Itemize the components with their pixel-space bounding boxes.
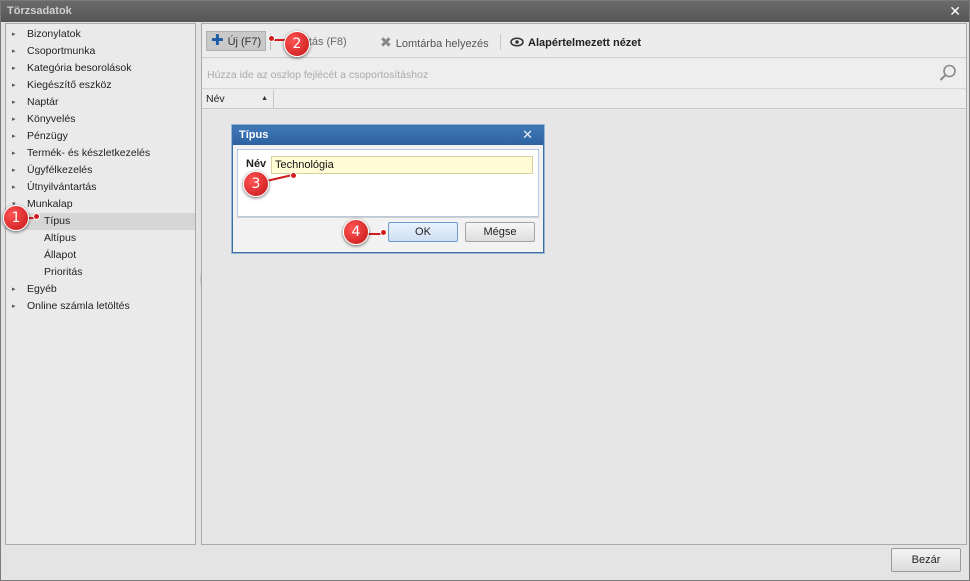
group-by-hint: Húzza ide az oszlop fejlécét a csoportos… [207, 69, 429, 81]
tree-panel: ▸ Bizonylatok ▸ Csoportmunka ▸ Kategória be… [5, 23, 196, 545]
tree-item-label: Kiegészítő eszköz [27, 79, 112, 91]
tree-item-label: Ügyfélkezelés [27, 164, 93, 176]
dialog-title: Típus [239, 129, 269, 141]
ok-button[interactable]: OK [388, 222, 458, 242]
tree-item-naptar[interactable]: ▸ Naptár [6, 94, 195, 111]
expand-arrow-icon[interactable]: ▸ [12, 281, 16, 298]
close-button[interactable]: Bezár [891, 548, 961, 572]
tree-item-penzugy[interactable]: ▸ Pénzügy [6, 128, 195, 145]
tree-item-munkalap[interactable]: ▾Munkalap [6, 196, 195, 213]
sort-ascending-icon: ▲ [261, 95, 268, 102]
tree-item-label: Útnyilvántartás [27, 181, 97, 193]
dialog-body: Név [237, 149, 539, 217]
dialog-titlebar: Típus ✕ [233, 126, 543, 145]
new-button-label: Új (F7) [227, 36, 262, 48]
expand-arrow-icon[interactable]: ▸ [12, 94, 16, 111]
expand-arrow-icon[interactable]: ▸ [12, 179, 16, 196]
grid-header: Név ▲ [202, 90, 966, 109]
step-marker-1: 1 [3, 205, 29, 231]
window: Törzsadatok ✕ ▸ Bizonylatok ▸ Csoportmunka… [0, 0, 970, 581]
marker-dot [33, 213, 40, 220]
name-field[interactable] [271, 156, 533, 174]
tree-item-kiegeszito[interactable]: ▸ Kiegészítő eszköz [6, 77, 195, 94]
tree-item-label: Kategória besorolások [27, 62, 132, 74]
tree-item-label: Egyéb [27, 283, 57, 295]
expand-arrow-icon[interactable]: ▸ [12, 60, 16, 77]
tree-item-prioritas[interactable]: Prioritás [6, 264, 195, 281]
expand-arrow-icon[interactable]: ▸ [12, 77, 16, 94]
tree-item-bizonylatok[interactable]: ▸ Bizonylatok [6, 26, 195, 43]
tree-item-label: Bizonylatok [27, 28, 81, 40]
expand-arrow-icon[interactable]: ▸ [12, 43, 16, 60]
tree-item-label: Prioritás [44, 266, 83, 278]
tree-item-utnyilvantartas[interactable]: ▸ Útnyilvántartás [6, 179, 195, 196]
tipus-dialog: Típus ✕ Név OK Mégse [232, 125, 544, 253]
expand-arrow-icon[interactable]: ▸ [12, 111, 16, 128]
step-marker-4: 4 [343, 219, 369, 245]
cancel-button[interactable]: Mégse [465, 222, 535, 242]
tree-item-csoportmunka[interactable]: ▸ Csoportmunka [6, 43, 195, 60]
delete-x-icon: ✖ [380, 34, 392, 50]
column-header-label: Név [206, 93, 225, 105]
marker-dot [290, 172, 297, 179]
default-view-button[interactable]: Alapértelmezett nézet [510, 32, 641, 52]
plus-icon: ✚ [211, 32, 224, 49]
trash-button-label: Lomtárba helyezés [395, 38, 489, 50]
step-marker-2: 2 [284, 31, 310, 57]
expand-arrow-icon[interactable]: ▸ [12, 298, 16, 315]
tree-item-label: Naptár [27, 96, 59, 108]
search-icon[interactable] [938, 63, 958, 83]
tree-item-egyeb[interactable]: ▸ Egyéb [6, 281, 195, 298]
tree-item-allapot[interactable]: Állapot [6, 247, 195, 264]
window-close-icon[interactable]: ✕ [949, 3, 961, 19]
new-button[interactable]: ✚ Új (F7) [206, 31, 267, 51]
eye-icon [510, 32, 524, 52]
tree-item-online-szamla[interactable]: ▸ Online számla letöltés [6, 298, 195, 315]
marker-dot [268, 35, 275, 42]
toolbar-divider [500, 34, 501, 50]
dialog-divider [237, 217, 539, 218]
marker-dot [380, 229, 387, 236]
tree-item-termek[interactable]: ▸ Termék- és készletkezelés [6, 145, 195, 162]
expand-arrow-icon[interactable]: ▸ [12, 145, 16, 162]
default-view-label: Alapértelmezett nézet [528, 37, 642, 49]
footer-bar [1, 547, 969, 580]
tree-item-label: Altípus [44, 232, 77, 244]
step-marker-3: 3 [243, 171, 269, 197]
tree-item-kategoria[interactable]: ▸ Kategória besorolások [6, 60, 195, 77]
splitter-handle[interactable]: ⋮⋮ [197, 274, 205, 288]
dialog-close-icon[interactable]: ✕ [522, 128, 533, 142]
toolbar: ✚ Új (F7) dosítás (F8) ✖ Lomtárba helyezés… [202, 24, 966, 58]
tree-item-label: Állapot [44, 249, 77, 261]
tree-item-altipus[interactable]: Altípus [6, 230, 195, 247]
tree-item-label: Típus [44, 215, 71, 227]
grid-panel: ✚ Új (F7) dosítás (F8) ✖ Lomtárba helyezés… [201, 23, 967, 545]
expand-arrow-icon[interactable]: ▸ [12, 162, 16, 179]
tree-item-konyveles[interactable]: ▸ Könyvelés [6, 111, 195, 128]
tree-item-label: Pénzügy [27, 130, 68, 142]
name-field-label: Név [246, 158, 267, 170]
window-titlebar: Törzsadatok ✕ [1, 1, 969, 22]
column-header-nev[interactable]: Név ▲ [202, 90, 274, 109]
tree-item-label: Könyvelés [27, 113, 76, 125]
expand-arrow-icon[interactable]: ▸ [12, 26, 16, 43]
window-title: Törzsadatok [7, 5, 72, 17]
tree-item-label: Munkalap [27, 198, 73, 210]
tree-item-label: Termék- és készletkezelés [27, 147, 151, 159]
tree-item-ugyfelkezeles[interactable]: ▸ Ügyfélkezelés [6, 162, 195, 179]
group-by-bar[interactable]: Húzza ide az oszlop fejlécét a csoportos… [202, 59, 966, 89]
tree-item-label: Online számla letöltés [27, 300, 130, 312]
trash-button[interactable]: ✖ Lomtárba helyezés [380, 32, 489, 52]
expand-arrow-icon[interactable]: ▸ [12, 128, 16, 145]
tree-item-label: Csoportmunka [27, 45, 96, 57]
